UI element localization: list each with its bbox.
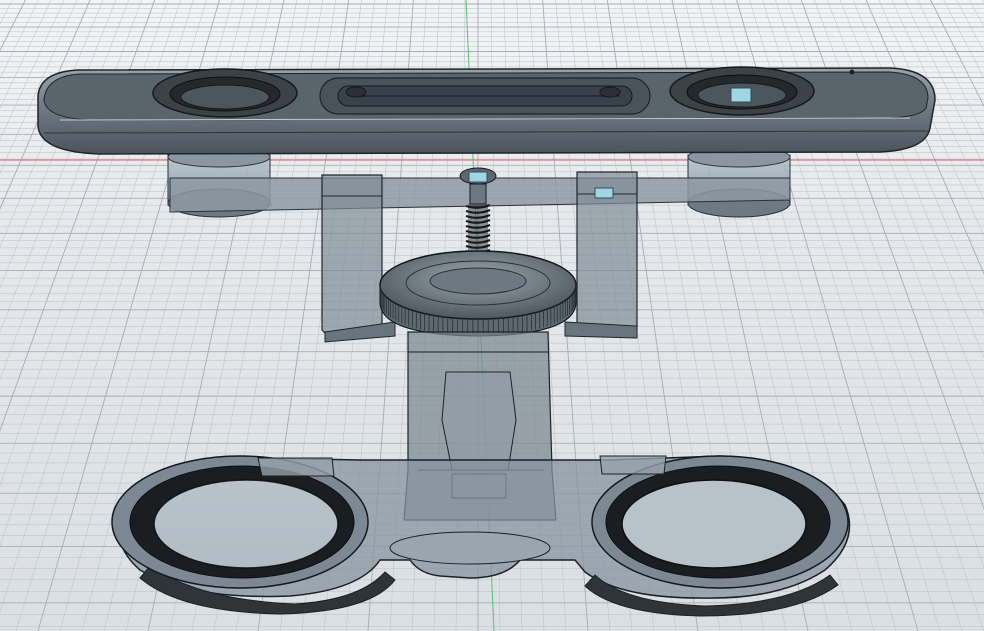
contact-marker	[730, 87, 752, 103]
clamp-knob[interactable]	[379, 250, 577, 337]
3d-cad-viewport[interactable]	[0, 0, 984, 631]
right-speaker[interactable]	[669, 66, 815, 116]
left-ring-tab[interactable]	[257, 457, 335, 477]
left-speaker[interactable]	[152, 68, 298, 118]
bar-hole	[849, 69, 855, 75]
center-slot[interactable]	[319, 77, 651, 115]
model-scene[interactable]	[0, 0, 984, 631]
center-pad	[389, 531, 551, 565]
contact-marker	[468, 171, 488, 183]
right-ring-tab[interactable]	[599, 455, 667, 475]
right-ring[interactable]	[591, 455, 849, 589]
contact-marker	[594, 187, 614, 199]
